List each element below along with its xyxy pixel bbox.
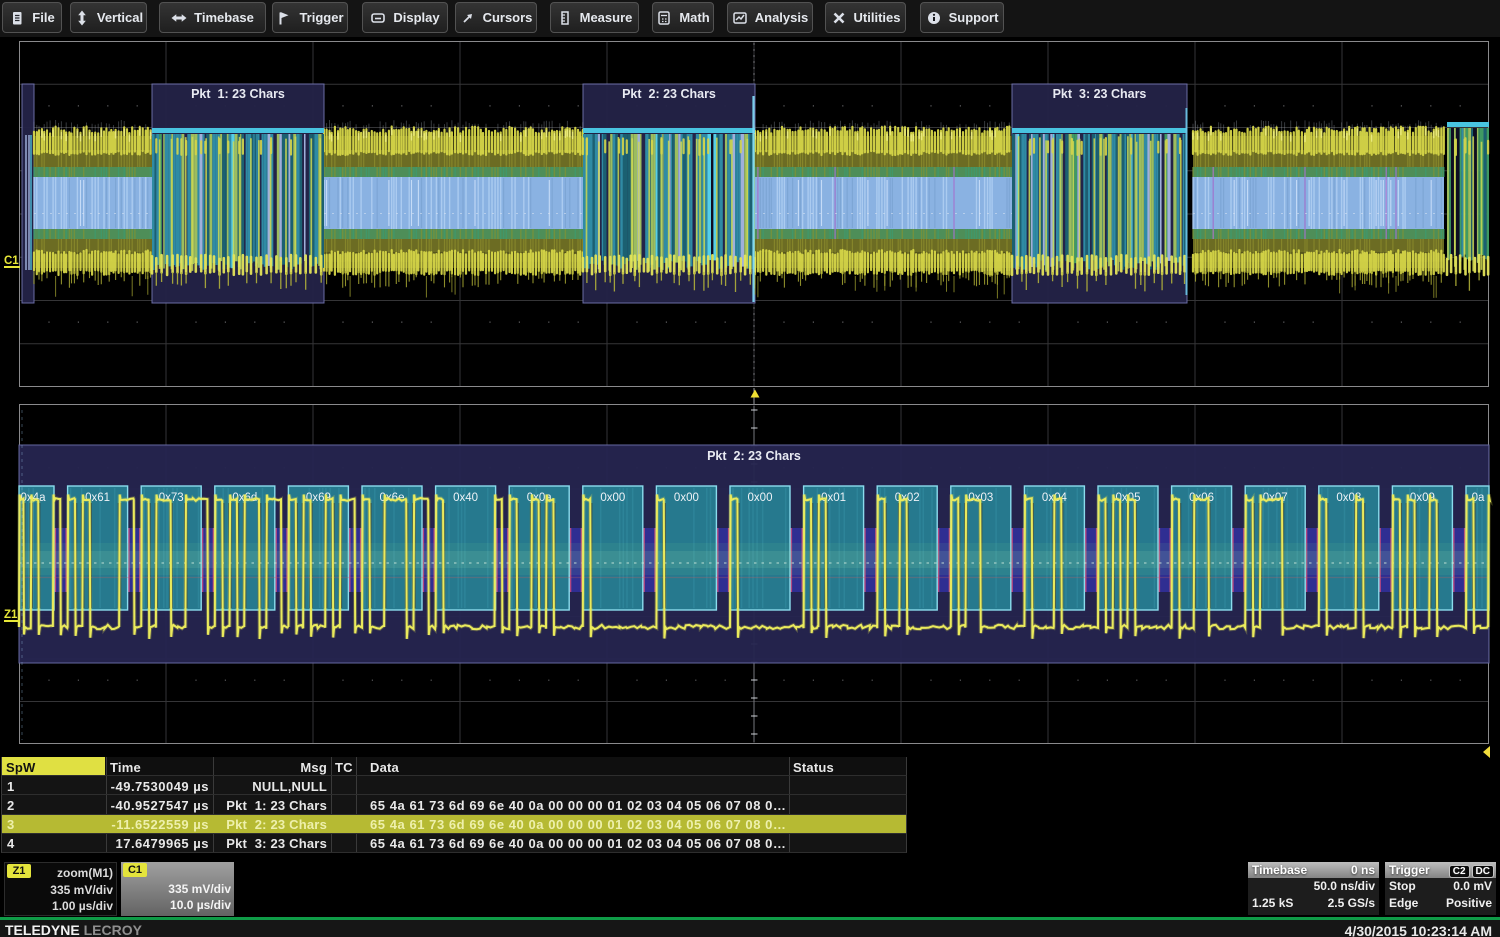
svg-text:Pkt 2: 23 Chars: Pkt 2: 23 Chars (707, 449, 801, 463)
svg-text:Pkt 1: 23 Chars: Pkt 1: 23 Chars (191, 87, 285, 101)
svg-text:C1: C1 (4, 255, 19, 267)
svg-text:0x00: 0x00 (600, 492, 625, 504)
svg-text:Pkt 2: 23 Chars: Pkt 2: 23 Chars (622, 87, 716, 101)
svg-text:0x00: 0x00 (674, 492, 699, 504)
svg-text:Z1: Z1 (4, 609, 18, 621)
svg-text:Pkt 3: 23 Chars: Pkt 3: 23 Chars (1053, 87, 1147, 101)
svg-text:0x00: 0x00 (748, 492, 773, 504)
svg-text:0x40: 0x40 (453, 492, 478, 504)
